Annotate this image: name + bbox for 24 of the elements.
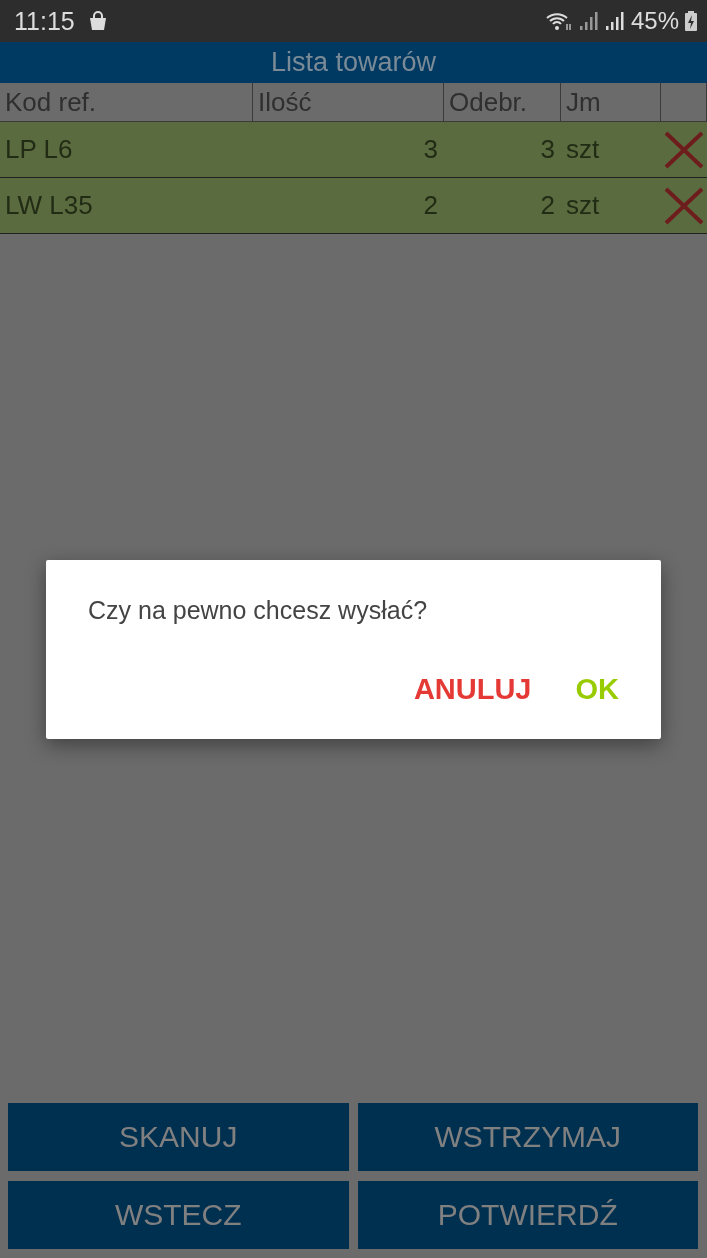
table-cell: szt <box>561 178 661 234</box>
table-cell: LP L6 <box>0 122 253 178</box>
action-button[interactable]: WSTECZ <box>8 1181 349 1249</box>
action-button[interactable]: SKANUJ <box>8 1103 349 1171</box>
table-cell: 3 <box>253 122 444 178</box>
action-button[interactable]: WSTRZYMAJ <box>357 1103 698 1171</box>
dialog-message: Czy na pewno chcesz wysłać? <box>88 596 429 625</box>
table-cell: 2 <box>444 178 561 234</box>
screen-title: Lista towarów <box>0 42 707 83</box>
table-cell: LW L35 <box>0 178 253 234</box>
delete-icon[interactable] <box>664 186 704 225</box>
battery-charging-icon <box>685 11 697 31</box>
wifi-icon <box>544 10 573 32</box>
cancel-button[interactable]: ANULUJ <box>401 669 544 710</box>
battery-percent: 45% <box>630 7 679 35</box>
signal-icon <box>578 11 599 31</box>
table-cell: szt <box>561 122 661 178</box>
ok-button[interactable]: OK <box>563 669 631 710</box>
table-cell: 3 <box>444 122 561 178</box>
clock-time: 11:15 <box>14 6 75 36</box>
signal-icon <box>604 11 625 31</box>
delete-icon[interactable] <box>664 130 704 169</box>
table-cell: 2 <box>253 178 444 234</box>
action-button[interactable]: POTWIERDŹ <box>357 1181 698 1249</box>
